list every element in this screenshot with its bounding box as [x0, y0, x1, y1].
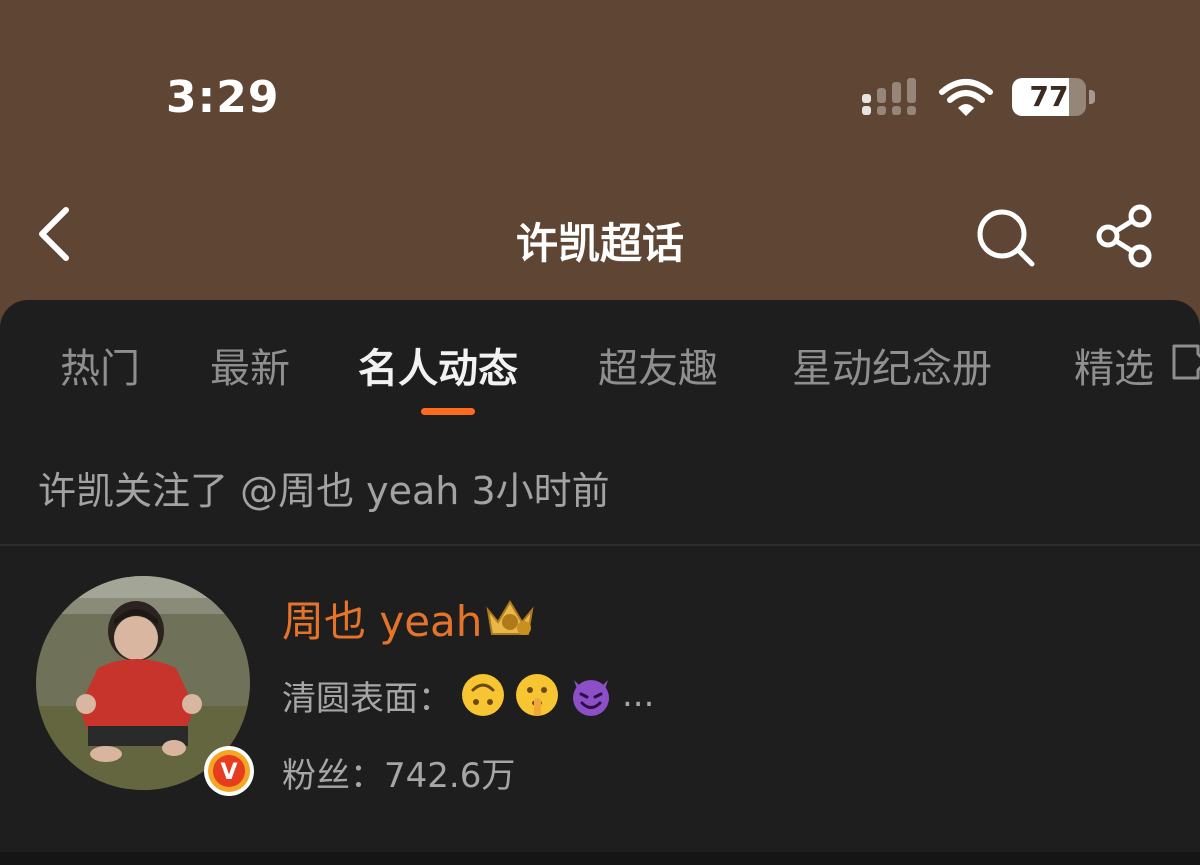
user-name[interactable]: 周也 yeah — [282, 588, 482, 649]
tab-featured[interactable]: 精选 — [1074, 336, 1154, 394]
active-tab-indicator — [421, 408, 475, 415]
verified-badge: V — [204, 746, 254, 796]
divider — [0, 544, 1200, 546]
screen: 3:29 77 许凯超话 热门 最新 名人动态 超友趣 星动纪念册 精选 许凯关… — [0, 0, 1200, 865]
battery-icon: 77 — [1012, 78, 1096, 118]
shushing-face-emoji — [516, 674, 558, 716]
search-icon[interactable] — [972, 204, 1040, 268]
user-name-row[interactable]: 周也 yeah — [282, 590, 536, 646]
fans-count: 粉丝：742.6万 — [282, 756, 516, 796]
tab-latest[interactable]: 最新 — [210, 336, 290, 394]
tab-super-friends[interactable]: 超友趣 — [598, 336, 718, 394]
upside-down-face-emoji — [462, 674, 504, 716]
bio-ellipsis: ... — [622, 675, 655, 715]
svg-text:V: V — [220, 760, 237, 785]
back-chevron-icon[interactable] — [28, 202, 88, 266]
crown-level-icon — [486, 600, 534, 635]
nav-header: 许凯超话 — [0, 190, 1200, 280]
wifi-icon — [939, 79, 993, 116]
status-time: 3:29 — [166, 72, 280, 123]
user-bio: 清圆表面： ... — [282, 670, 654, 720]
content-panel: 热门 最新 名人动态 超友趣 星动纪念册 精选 许凯关注了 @周也 yeah 3… — [0, 300, 1200, 865]
tab-bar: 热门 最新 名人动态 超友趣 星动纪念册 精选 — [0, 300, 1200, 430]
status-bar: 3:29 77 — [0, 0, 1200, 180]
battery-level: 77 — [1029, 80, 1069, 113]
activity-text: 许凯关注了 @周也 yeah 3小时前 — [38, 469, 610, 513]
bio-label: 清圆表面： — [282, 678, 452, 719]
page-title: 许凯超话 — [515, 219, 684, 268]
tab-more-icon[interactable] — [1168, 340, 1200, 384]
cellular-signal-icon — [862, 78, 916, 115]
verified-v-icon: V — [208, 750, 250, 792]
bottom-separator — [0, 852, 1200, 865]
battery-tip — [1089, 90, 1095, 104]
share-icon[interactable] — [1092, 204, 1160, 268]
tab-celebrity-updates[interactable]: 名人动态 — [358, 336, 518, 394]
tab-star-album[interactable]: 星动纪念册 — [792, 336, 992, 394]
tab-hot[interactable]: 热门 — [60, 336, 140, 394]
smiling-imp-emoji — [573, 680, 609, 716]
battery-body: 77 — [1012, 78, 1086, 116]
